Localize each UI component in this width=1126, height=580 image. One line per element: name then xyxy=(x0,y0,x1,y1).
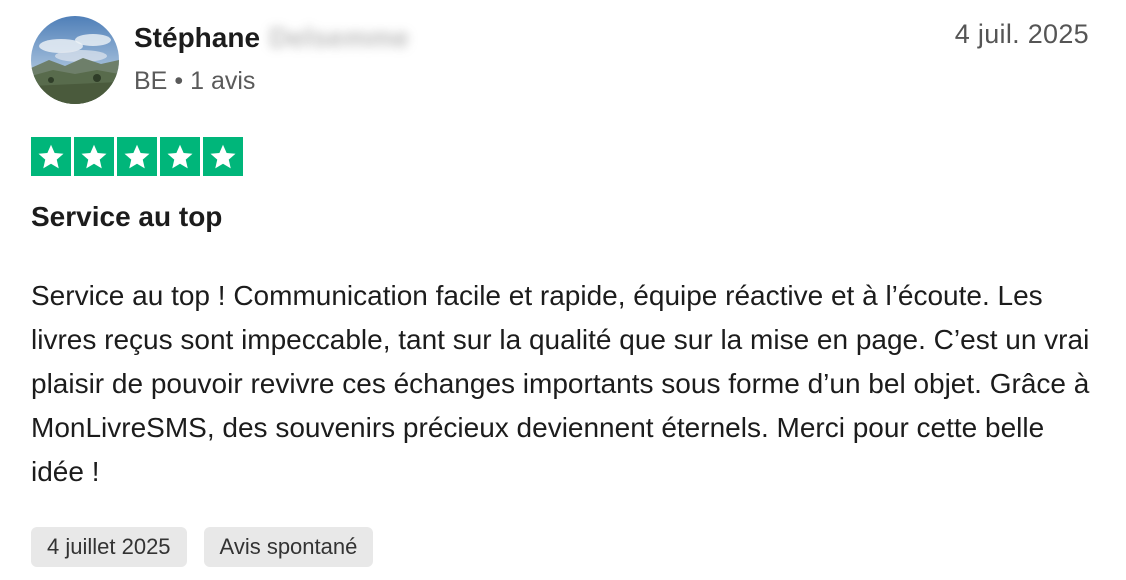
review-date: 4 juil. 2025 xyxy=(954,19,1089,49)
author-name[interactable]: Stéphane xyxy=(134,22,260,54)
avatar-photo xyxy=(31,16,119,104)
star-icon xyxy=(160,137,200,176)
star-icon xyxy=(203,137,243,176)
meta-separator: • xyxy=(174,67,184,95)
experience-date-tag: 4 juillet 2025 xyxy=(31,527,187,567)
review-type-tag[interactable]: Avis spontané xyxy=(203,527,374,567)
review-body: Service au top ! Communication facile et… xyxy=(31,280,1090,487)
avatar[interactable] xyxy=(31,16,119,104)
star-icon xyxy=(31,137,71,176)
star-rating xyxy=(31,137,243,176)
star-icon xyxy=(117,137,157,176)
author-review-count: 1 avis xyxy=(190,67,256,95)
review-card: Stéphane Delsemme BE • 1 avis 4 juil. 20… xyxy=(0,0,1126,580)
author-name-row: Stéphane Delsemme xyxy=(134,18,409,58)
author-country: BE xyxy=(134,67,168,95)
review-title[interactable]: Service au top xyxy=(31,201,222,233)
review-tags: 4 juillet 2025 Avis spontané xyxy=(31,527,374,567)
author-meta: BE • 1 avis xyxy=(134,67,255,96)
star-icon xyxy=(74,137,114,176)
author-surname-blurred: Delsemme xyxy=(269,22,410,53)
